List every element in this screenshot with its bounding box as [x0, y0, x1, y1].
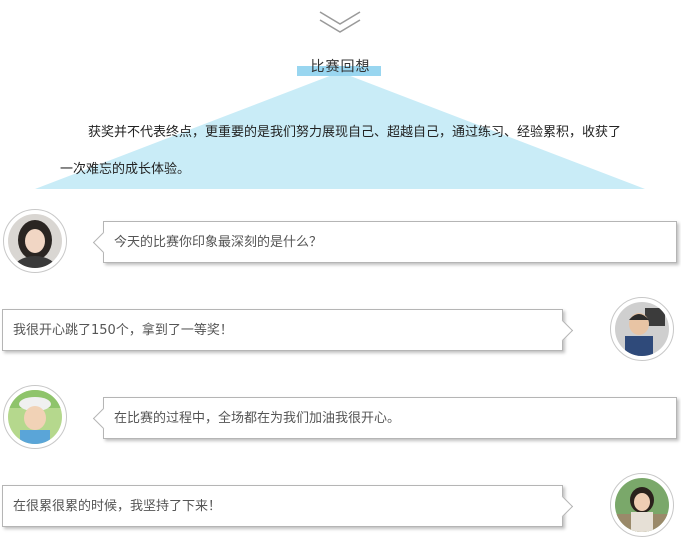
section-header: 比赛回想: [0, 56, 681, 76]
dialogue-bubble-2: 我很开心跳了150个，拿到了一等奖！: [2, 309, 574, 351]
dialogue-text: 今天的比赛你印象最深刻的是什么？: [114, 235, 323, 250]
dialogue-bubble-1: 今天的比赛你印象最深刻的是什么？: [92, 221, 677, 263]
dialogue-text: 在比赛的过程中，全场都在为我们加油我很开心。: [114, 411, 401, 426]
dialogue-text: 在很累很累的时候，我坚持了下来！: [13, 499, 222, 514]
avatar-interviewer: [3, 209, 67, 273]
double-chevron-down-icon: [319, 11, 361, 33]
dialogue-text: 我很开心跳了150个，拿到了一等奖！: [13, 323, 233, 338]
dialogue-bubble-4: 在很累很累的时候，我坚持了下来！: [2, 485, 574, 527]
dialogue-bubble-3: 在比赛的过程中，全场都在为我们加油我很开心。: [92, 397, 677, 439]
avatar-child-girl: [610, 473, 674, 537]
section-title: 比赛回想: [310, 59, 371, 75]
avatar-child-girl-cap: [3, 385, 67, 449]
avatar-child-boy: [610, 297, 674, 361]
section-intro: 获奖并不代表终点，更重要的是我们努力展现自己、超越自己，通过练习、经验累积，收获…: [60, 125, 622, 177]
